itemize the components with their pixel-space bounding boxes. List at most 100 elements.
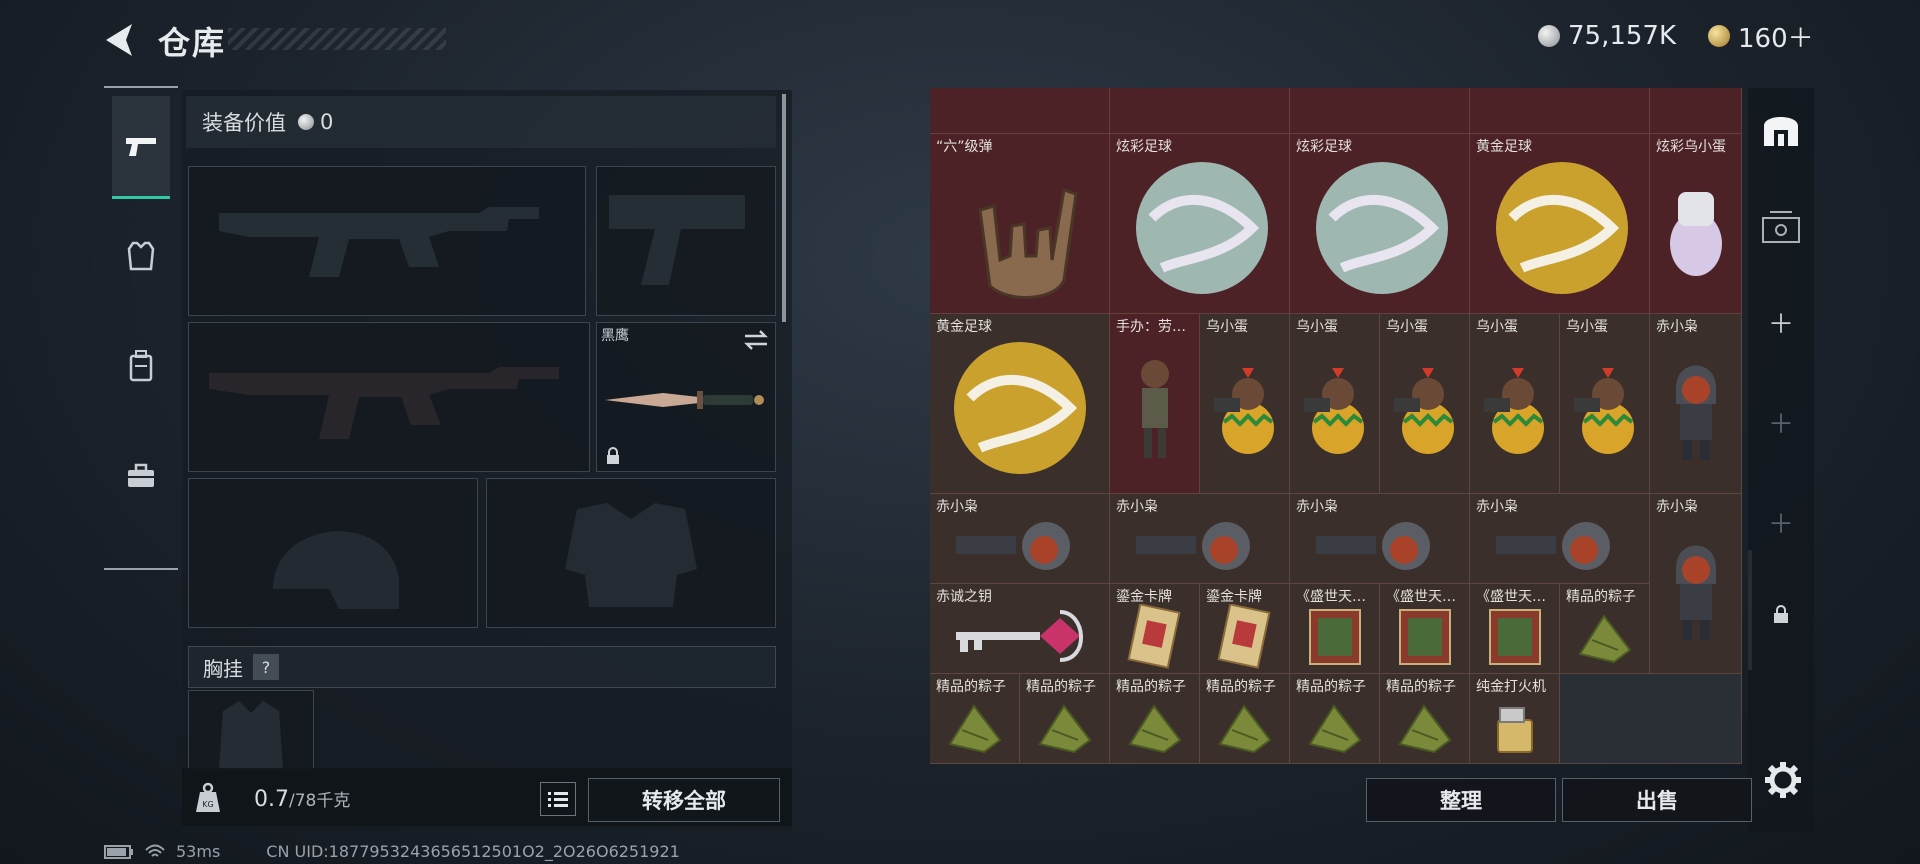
ping-value: 53ms: [176, 842, 221, 861]
item-name: 纯金打火机: [1476, 679, 1546, 695]
stash-item[interactable]: 手办：劳…: [1110, 314, 1200, 494]
album-icon: [1309, 609, 1361, 665]
back-arrow-icon[interactable]: [100, 20, 140, 60]
stash-item[interactable]: 赤小枭: [1290, 494, 1470, 584]
item-name: 《盛世天…: [1386, 589, 1456, 605]
item-name: 精品的粽子: [1116, 679, 1186, 695]
stash-item[interactable]: 精品的粽子: [1290, 674, 1380, 764]
item-name: 赤诚之钥: [936, 589, 992, 605]
section-title: 胸挂: [203, 656, 243, 681]
stash-item[interactable]: 炫彩足球: [1110, 134, 1290, 314]
pistol-icon: [126, 138, 156, 156]
stash-item[interactable]: 炫彩足球: [1290, 134, 1470, 314]
armor-slot[interactable]: [486, 478, 776, 628]
swap-icon[interactable]: [743, 329, 769, 351]
gold-currency[interactable]: 160＋: [1708, 20, 1814, 54]
briefcase-icon: [128, 463, 154, 487]
album-icon: [1399, 609, 1451, 665]
stash-item[interactable]: 《盛世天…: [1470, 584, 1560, 674]
transfer-all-button[interactable]: 转移全部: [588, 778, 780, 822]
stash-item[interactable]: 赤诚之钥: [930, 584, 1110, 674]
tab-case[interactable]: [112, 426, 170, 526]
primary-weapon-slot[interactable]: [188, 166, 586, 316]
item-name: 炫彩足球: [1296, 139, 1352, 155]
add-stash-button-disabled[interactable]: ＋: [1748, 492, 1814, 552]
sell-button[interactable]: 出售: [1562, 778, 1752, 822]
stash-item[interactable]: 赤小枭: [1650, 314, 1742, 494]
add-stash-button[interactable]: ＋: [1748, 292, 1814, 352]
stash-tab-2[interactable]: [1748, 198, 1814, 258]
item-name: 精品的粽子: [1566, 589, 1636, 605]
stash-cell-partial[interactable]: [1110, 88, 1290, 134]
sidearm-slot[interactable]: [596, 166, 776, 316]
help-button[interactable]: ?: [253, 654, 279, 680]
stash-item[interactable]: 乌小蛋: [1290, 314, 1380, 494]
stash-item[interactable]: 精品的粽子: [1020, 674, 1110, 764]
hooded-figure-lying-icon: [1316, 522, 1430, 570]
stash-item[interactable]: 纯金打火机: [1470, 674, 1560, 764]
key-icon: [956, 610, 1083, 662]
stash-cell-partial[interactable]: [1470, 88, 1650, 134]
stash-item[interactable]: 赤小枭: [930, 494, 1110, 584]
item-name: 乌小蛋: [1206, 319, 1248, 335]
add-stash-button-disabled[interactable]: ＋: [1748, 392, 1814, 452]
item-name: 黄金足球: [936, 319, 992, 335]
helmet-slot[interactable]: [188, 478, 478, 628]
stash-item[interactable]: “六”级弹: [930, 134, 1110, 314]
chest-rig-slot[interactable]: [188, 690, 314, 770]
settings-gear-icon[interactable]: [1763, 760, 1803, 800]
zongzi-icon: [1578, 614, 1632, 664]
stash-cell-partial[interactable]: [1290, 88, 1470, 134]
stash-item[interactable]: 《盛世天…: [1290, 584, 1380, 674]
stash-item[interactable]: 精品的粽子: [1380, 674, 1470, 764]
stash-item[interactable]: 乌小蛋: [1380, 314, 1470, 494]
stash-item[interactable]: 精品的粽子: [1200, 674, 1290, 764]
equipment-value-label: 装备价值: [202, 111, 286, 135]
stash-item[interactable]: 精品的粽子: [1560, 584, 1650, 674]
stash-item[interactable]: 赤小枭: [1650, 494, 1742, 674]
stash-cell-partial[interactable]: [930, 88, 1110, 134]
stash-item[interactable]: 鎏金卡牌: [1110, 584, 1200, 674]
stash-grid: “六”级弹 炫彩足球 炫彩足球 黄金足球 炫彩乌小蛋 黄金足球 手办：劳… 乌小…: [930, 88, 1742, 764]
stash-item[interactable]: 乌小蛋: [1200, 314, 1290, 494]
stash-item[interactable]: 乌小蛋: [1560, 314, 1650, 494]
stash-home-button[interactable]: [1748, 94, 1814, 164]
stash-item[interactable]: 精品的粽子: [930, 674, 1020, 764]
equipment-value: 0: [320, 110, 334, 134]
carry-weight-value: 0.7: [254, 787, 289, 812]
stash-cell-partial[interactable]: [1650, 88, 1742, 134]
stash-item[interactable]: 黄金足球: [930, 314, 1110, 494]
secondary-weapon-slot[interactable]: [188, 322, 590, 472]
backpack-icon: [129, 350, 153, 382]
stash-item[interactable]: 精品的粽子: [1110, 674, 1200, 764]
tab-backpack[interactable]: [112, 316, 170, 416]
tab-weapons[interactable]: [112, 96, 170, 199]
list-view-button[interactable]: [540, 782, 576, 816]
tab-armor[interactable]: [112, 206, 170, 306]
stash-item[interactable]: 鎏金卡牌: [1200, 584, 1290, 674]
stash-empty-cell[interactable]: [1560, 674, 1742, 764]
item-name: 赤小枭: [1296, 499, 1338, 515]
egg-soldier-icon: [1214, 368, 1274, 454]
lock-icon: [607, 447, 619, 464]
stash-item[interactable]: 乌小蛋: [1470, 314, 1560, 494]
stash-item[interactable]: 《盛世天…: [1380, 584, 1470, 674]
item-name: 精品的粽子: [1296, 679, 1366, 695]
svg-text:KG: KG: [202, 800, 213, 809]
loadout-scrollbar[interactable]: [782, 94, 786, 322]
hooded-figure-lying-icon: [1136, 522, 1250, 570]
stash-item[interactable]: 赤小枭: [1470, 494, 1650, 584]
helmet-silhouette-icon: [273, 531, 399, 609]
hooded-figure-icon: [1676, 545, 1716, 640]
melee-slot[interactable]: 黑鹰: [596, 322, 776, 472]
item-name: 精品的粽子: [1386, 679, 1456, 695]
sort-button[interactable]: 整理: [1366, 778, 1556, 822]
item-name: 赤小枭: [1476, 499, 1518, 515]
stash-item[interactable]: 黄金足球: [1470, 134, 1650, 314]
locked-stash[interactable]: [1748, 584, 1814, 644]
stash-item[interactable]: 赤小枭: [1110, 494, 1290, 584]
carry-weight-max: /78千克: [289, 791, 351, 811]
rifle-silhouette-icon: [219, 207, 539, 277]
stash-item[interactable]: 炫彩乌小蛋: [1650, 134, 1742, 314]
gold-amount: 160＋: [1738, 23, 1814, 54]
